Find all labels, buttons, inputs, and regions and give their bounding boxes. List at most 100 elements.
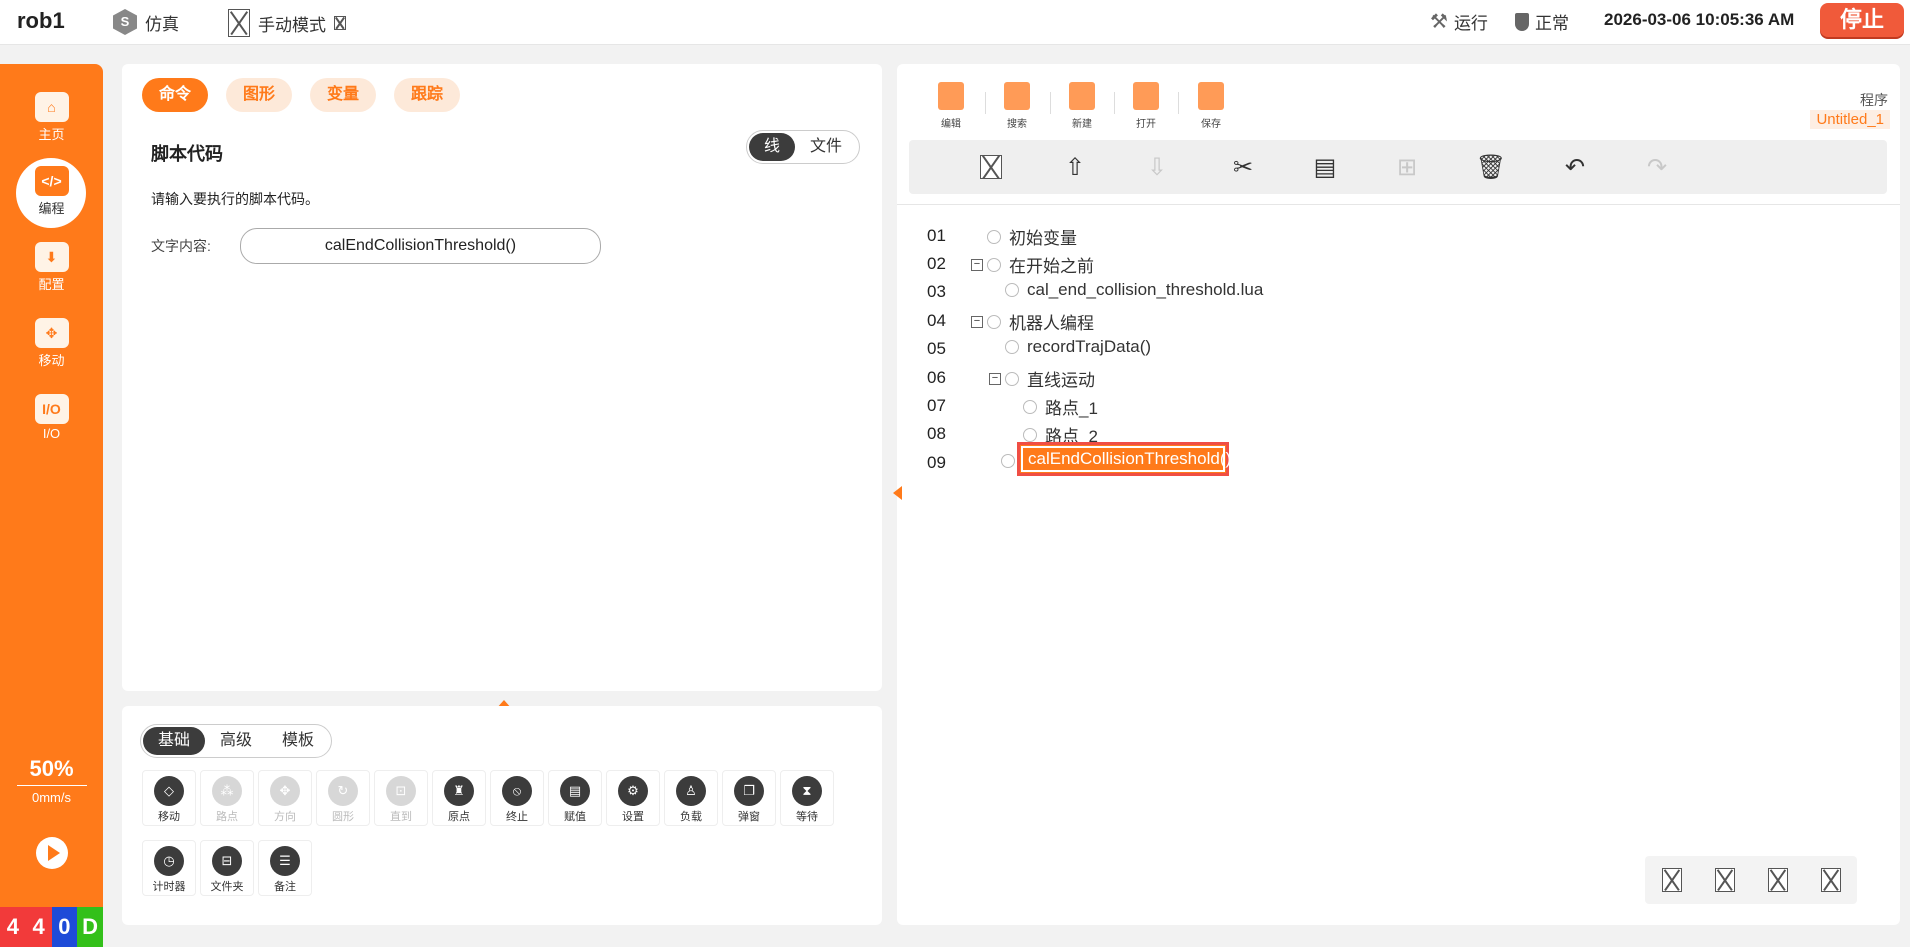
command-label: 圆形 [332, 811, 354, 823]
command-item[interactable]: ◷ 计时器 [142, 840, 196, 896]
edit-button[interactable]: 编辑 [929, 82, 973, 130]
command-icon: ♙ [676, 776, 706, 806]
move-down-icon[interactable]: ⇩ [1141, 151, 1173, 183]
toolbar-label: 新建 [1072, 119, 1092, 130]
collapse-toggle-icon[interactable]: − [971, 258, 983, 271]
clipboard-icon[interactable]: ▤ [1309, 151, 1341, 183]
command-item[interactable]: ☰ 备注 [258, 840, 312, 896]
line-number: 02 [927, 254, 946, 273]
mode-line-button[interactable]: 线 [749, 133, 796, 161]
tab-trace[interactable]: 跟踪 [394, 78, 461, 112]
open-button[interactable]: 打开 [1124, 82, 1168, 130]
tree-node[interactable]: − 机器人编程 [971, 309, 1094, 334]
home-icon: ⌂ [34, 92, 69, 122]
mode-indicator[interactable]: 手动模式 [228, 9, 346, 37]
command-item[interactable]: ⦸ 终止 [490, 770, 544, 826]
status-digit: D [77, 907, 103, 947]
sidebar-item-label: I/O [42, 426, 61, 441]
datetime: 2026-03-06 10:05:36 AM [1604, 10, 1795, 29]
command-item[interactable]: ◇ 移动 [142, 770, 196, 826]
mode-file-button[interactable]: 文件 [795, 133, 857, 161]
line-number: 01 [927, 226, 946, 245]
command-item[interactable]: ⊡ 直到 [374, 770, 428, 826]
collapse-toggle-icon[interactable]: − [971, 315, 983, 328]
new-file-icon [1069, 82, 1095, 110]
command-icon: ⦸ [502, 776, 532, 806]
speed-value: 0mm/s [32, 790, 71, 805]
delete-icon[interactable]: 🗑 [1475, 151, 1507, 183]
category-template-button[interactable]: 模板 [267, 727, 329, 755]
tab-variables[interactable]: 变量 [310, 78, 377, 112]
status-digit: 0 [51, 907, 78, 947]
command-item[interactable]: ⁂ 路点 [200, 770, 254, 826]
section-title: 脚本代码 [151, 144, 223, 164]
redo-icon[interactable]: ↷ [1641, 151, 1673, 183]
play-icon [48, 845, 60, 861]
tree-node[interactable]: recordTrajData() [989, 337, 1151, 357]
category-advanced-button[interactable]: 高级 [205, 727, 267, 755]
broken-image-icon[interactable] [1767, 868, 1788, 892]
command-item[interactable]: ▤ 赋值 [548, 770, 602, 826]
search-button[interactable]: 搜索 [995, 82, 1039, 130]
tree-node-selected[interactable]: calEndCollisionThreshold() [1017, 442, 1231, 476]
tree-node-label: 机器人编程 [1009, 314, 1094, 333]
simulation-indicator[interactable]: S 仿真 [113, 9, 179, 35]
new-button[interactable]: 新建 [1060, 82, 1104, 130]
command-label: 负载 [680, 811, 702, 823]
collapse-panel-arrow[interactable] [893, 486, 902, 500]
command-icon: ◷ [154, 846, 184, 876]
stop-button[interactable]: 停止 [1820, 3, 1904, 37]
tree-node[interactable]: 路点_1 [1007, 394, 1098, 419]
tab-graphics[interactable]: 图形 [226, 78, 293, 112]
play-button[interactable] [36, 837, 68, 869]
command-item[interactable]: ⚙ 设置 [606, 770, 660, 826]
sidebar-item-move[interactable]: ✥ 移动 [0, 318, 103, 369]
command-item[interactable]: ❐ 弹窗 [722, 770, 776, 826]
command-icon: ⊟ [212, 846, 242, 876]
toolbar-label: 保存 [1201, 119, 1221, 130]
program-name: Untitled_1 [1810, 110, 1890, 129]
undo-icon[interactable]: ↶ [1559, 151, 1591, 183]
command-item[interactable]: ✥ 方向 [258, 770, 312, 826]
robot-name: rob1 [17, 8, 65, 33]
insert-icon[interactable]: ⊞ [1391, 151, 1423, 183]
tree-action-bar: ⇧ ⇩ ✂ ▤ ⊞ 🗑 ↶ ↷ [909, 140, 1887, 194]
tree-node[interactable]: 初始变量 [971, 224, 1077, 249]
speed-display[interactable]: 50% 0mm/s [0, 756, 103, 805]
command-palette-panel: 基础 高级 模板 ◇ 移动 ⁂ 路点 ✥ 方向 ↻ 圆形 ⊡ 直到 ♜ 原点 ⦸ 终止 ▤ 赋值 ⚙ 设置 ♙ 负载 ❐… [122, 706, 882, 925]
mode-label: 手动模式 [258, 15, 326, 35]
command-label: 计时器 [152, 881, 186, 893]
broken-image-icon[interactable] [1661, 868, 1682, 892]
sidebar-item-io[interactable]: I/O I/O [0, 394, 103, 441]
toolbar-label: 打开 [1136, 119, 1156, 130]
sidebar-item-config[interactable]: ⬇ 配置 [0, 242, 103, 293]
command-item[interactable]: ♜ 原点 [432, 770, 486, 826]
tree-node-label: 在开始之前 [1009, 257, 1094, 276]
sidebar-item-programming[interactable]: </> 编程 [0, 166, 103, 217]
command-item[interactable]: ↻ 圆形 [316, 770, 370, 826]
editor-tabs: 命令 图形 变量 跟踪 [142, 78, 461, 112]
toolbar-divider [1178, 92, 1179, 114]
category-basic-button[interactable]: 基础 [143, 727, 206, 755]
script-content-input[interactable]: calEndCollisionThreshold() [240, 228, 601, 264]
command-icon: ⁂ [212, 776, 242, 806]
node-icon [1023, 427, 1037, 442]
command-item[interactable]: ⊟ 文件夹 [200, 840, 254, 896]
broken-image-icon[interactable] [1714, 868, 1735, 892]
broken-image-icon[interactable] [1820, 868, 1841, 892]
collapse-toggle-icon[interactable]: − [989, 372, 1001, 385]
sidebar-item-home[interactable]: ⌂ 主页 [0, 92, 103, 143]
move-up-icon[interactable]: ⇧ [1059, 151, 1091, 183]
tab-command[interactable]: 命令 [142, 78, 209, 112]
tree-node-label: cal_end_collision_threshold.lua [1027, 280, 1264, 299]
tree-node[interactable]: − 在开始之前 [971, 252, 1094, 277]
folder-open-icon [1133, 82, 1159, 110]
save-button[interactable]: 保存 [1189, 82, 1233, 130]
line-number: 07 [927, 396, 946, 415]
command-item[interactable]: ⧗ 等待 [780, 770, 834, 826]
tree-node[interactable]: − 直线运动 [989, 366, 1095, 391]
broken-image-icon[interactable] [975, 151, 1007, 183]
tree-node[interactable]: cal_end_collision_threshold.lua [989, 280, 1263, 300]
cut-icon[interactable]: ✂ [1227, 151, 1259, 183]
command-item[interactable]: ♙ 负载 [664, 770, 718, 826]
